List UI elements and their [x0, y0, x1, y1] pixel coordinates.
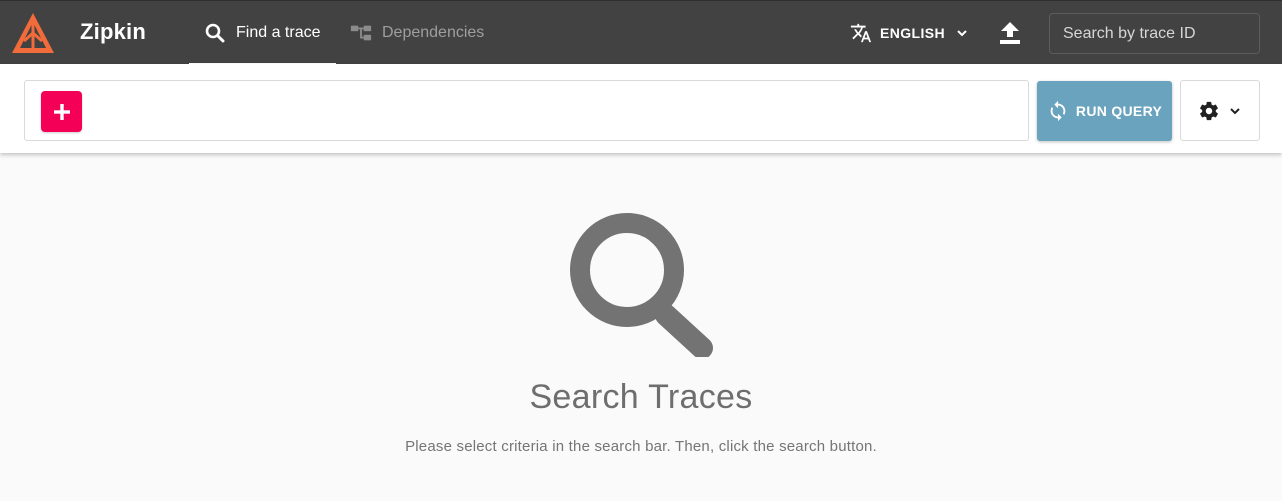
translate-icon: [850, 23, 872, 43]
chevron-down-icon: [1230, 107, 1240, 114]
plus-icon: [53, 103, 70, 120]
add-criteria-button[interactable]: [41, 91, 82, 132]
tab-label: Find a trace: [236, 24, 321, 41]
tab-find-a-trace[interactable]: Find a trace: [189, 1, 336, 65]
run-query-button[interactable]: RUN QUERY: [1037, 81, 1172, 141]
sync-icon: [1050, 100, 1066, 122]
settings-dropdown-button[interactable]: [1180, 80, 1260, 141]
language-label: ENGLISH: [880, 25, 946, 41]
empty-state-subtitle: Please select criteria in the search bar…: [405, 438, 877, 455]
app-bar: Zipkin Find a trace Dependencies ENGLISH: [0, 0, 1282, 65]
tree-icon: [350, 22, 372, 44]
search-criteria-bar[interactable]: [24, 80, 1029, 141]
tab-label: Dependencies: [382, 24, 485, 41]
search-icon: [204, 22, 226, 44]
trace-id-search-input[interactable]: [1049, 13, 1260, 54]
gear-icon: [1200, 101, 1218, 120]
chevron-down-icon: [957, 30, 967, 37]
search-icon: [570, 213, 713, 357]
empty-state-title: Search Traces: [529, 378, 753, 416]
app-title[interactable]: Zipkin: [80, 19, 146, 45]
run-query-label: RUN QUERY: [1075, 103, 1163, 119]
upload-icon[interactable]: [996, 19, 1024, 47]
search-toolbar: RUN QUERY: [0, 64, 1282, 153]
tab-dependencies[interactable]: Dependencies: [350, 1, 510, 65]
language-selector[interactable]: ENGLISH: [850, 17, 969, 49]
zipkin-logo-icon[interactable]: [10, 11, 56, 55]
